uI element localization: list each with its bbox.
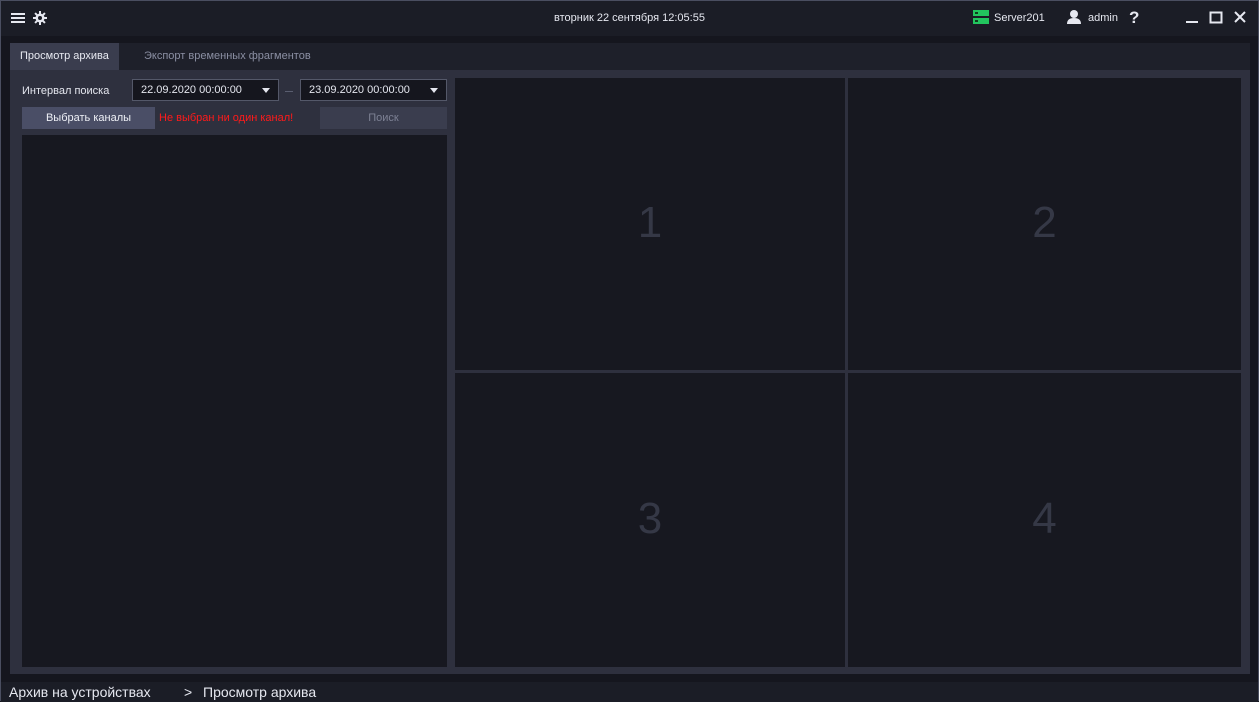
titlebar-right: Server201 admin ? xyxy=(968,8,1258,30)
minimize-icon[interactable] xyxy=(1184,8,1200,30)
video-cell-3[interactable]: 3 xyxy=(455,373,845,667)
select-channels-button[interactable]: Выбрать каналы xyxy=(22,107,155,129)
no-channel-error: Не выбран ни один канал! xyxy=(159,112,294,124)
channel-list[interactable] xyxy=(22,135,447,667)
breadcrumb-separator: > xyxy=(184,684,193,700)
date-from-picker[interactable]: 22.09.2020 00:00:00 xyxy=(132,79,279,101)
tab-archive-view[interactable]: Просмотр архива xyxy=(10,43,119,70)
close-icon[interactable] xyxy=(1232,8,1248,30)
search-button[interactable]: Поиск xyxy=(320,107,447,129)
title-bar: вторник 22 сентября 12:05:55 Server201 a… xyxy=(1,1,1258,36)
video-cell-2[interactable]: 2 xyxy=(848,78,1241,370)
cell-number: 2 xyxy=(1032,198,1057,247)
help-icon[interactable]: ? xyxy=(1129,8,1139,28)
server-status-icon xyxy=(973,8,989,30)
video-grid: 1 2 3 4 xyxy=(455,78,1241,667)
video-cell-4[interactable]: 4 xyxy=(848,373,1241,667)
cell-number: 1 xyxy=(637,198,663,247)
date-to-value: 23.09.2020 00:00:00 xyxy=(309,84,410,96)
cell-number: 3 xyxy=(637,494,663,543)
user-name[interactable]: admin xyxy=(1088,12,1118,24)
user-icon[interactable] xyxy=(1065,8,1083,30)
date-to-picker[interactable]: 23.09.2020 00:00:00 xyxy=(300,79,447,101)
breadcrumb-current: Просмотр архива xyxy=(203,684,317,700)
video-cell-1[interactable]: 1 xyxy=(455,78,845,370)
chevron-down-icon[interactable] xyxy=(262,88,270,93)
cell-number: 4 xyxy=(1032,494,1057,543)
breadcrumb: Архив на устройствах > Просмотр архива xyxy=(1,682,1258,702)
tab-bar: Просмотр архива Экспорт временных фрагме… xyxy=(10,43,1250,70)
interval-label: Интервал поиска xyxy=(22,85,110,97)
chevron-down-icon[interactable] xyxy=(430,88,438,93)
range-separator xyxy=(285,91,293,92)
breadcrumb-root[interactable]: Архив на устройствах xyxy=(9,684,151,700)
server-name[interactable]: Server201 xyxy=(994,12,1045,24)
tab-export-fragments[interactable]: Экспорт временных фрагментов xyxy=(134,43,321,70)
main-panel: Интервал поиска 22.09.2020 00:00:00 23.0… xyxy=(10,70,1250,674)
app-window: вторник 22 сентября 12:05:55 Server201 a… xyxy=(0,0,1259,702)
date-from-value: 22.09.2020 00:00:00 xyxy=(141,84,242,96)
maximize-icon[interactable] xyxy=(1208,8,1224,30)
